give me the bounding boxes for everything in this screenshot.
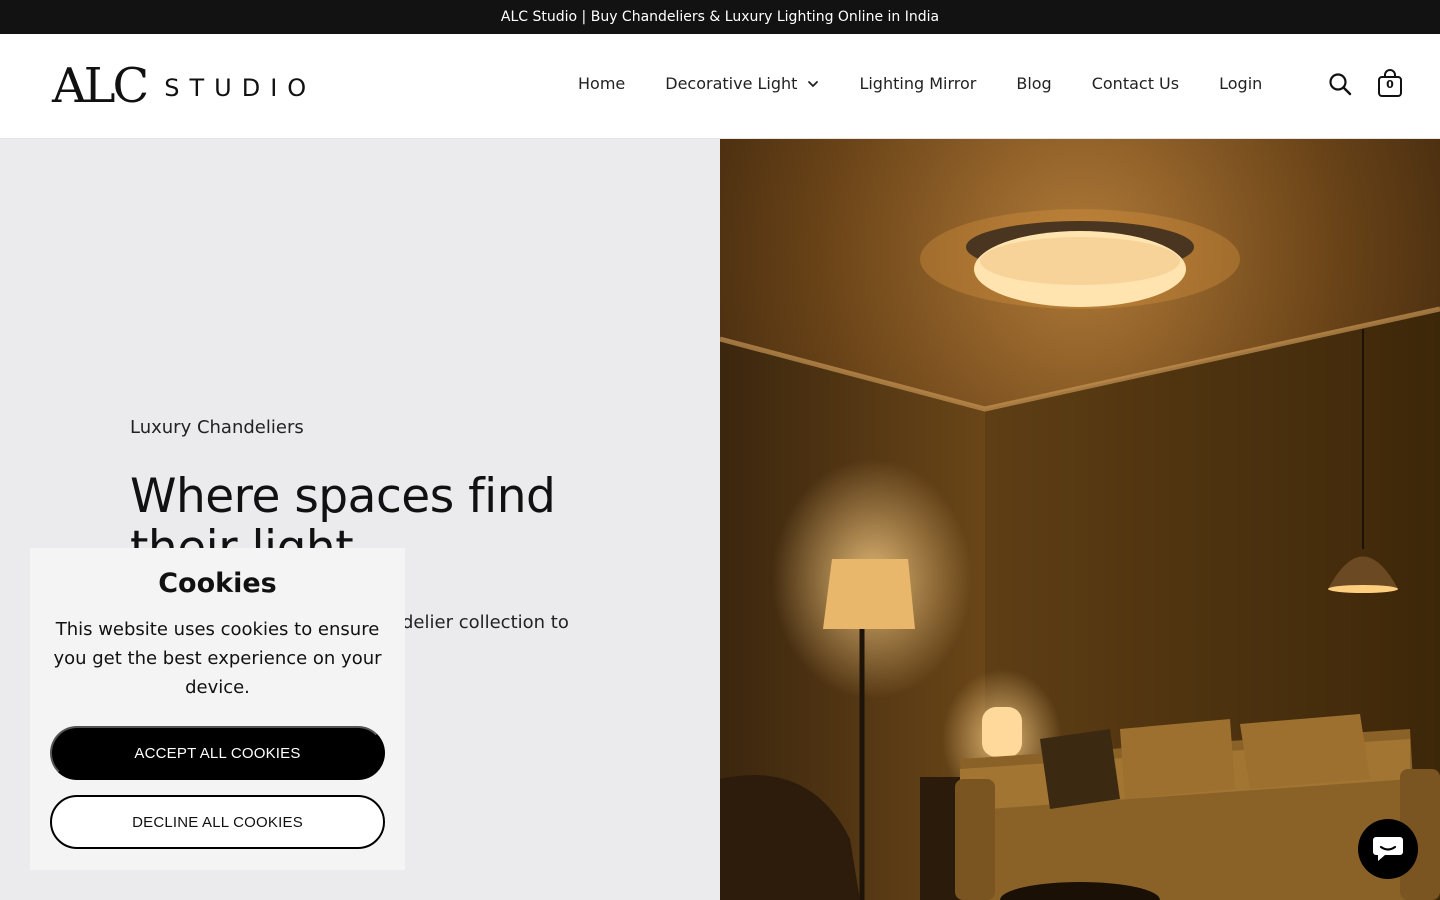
- nav-decorative-light[interactable]: Decorative Light: [665, 74, 819, 93]
- living-room-photo: [720, 139, 1440, 900]
- nav-contact-us[interactable]: Contact Us: [1092, 74, 1179, 93]
- search-icon[interactable]: [1328, 72, 1352, 96]
- hero-image: [720, 139, 1440, 900]
- accept-cookies-button[interactable]: ACCEPT ALL COOKIES: [50, 726, 385, 780]
- announcement-bar: ALC Studio | Buy Chandeliers & Luxury Li…: [0, 0, 1440, 34]
- cookie-banner: Cookies This website uses cookies to ens…: [30, 548, 405, 870]
- logo[interactable]: ALC STUDIO: [52, 58, 317, 114]
- chat-icon: [1373, 837, 1403, 861]
- site-header: ALC STUDIO Home Decorative Light Lightin…: [0, 34, 1440, 139]
- cookie-message: This website uses cookies to ensure you …: [53, 619, 382, 698]
- hero-description-fragment: delier collection to: [402, 612, 569, 633]
- hero-eyebrow: Luxury Chandeliers: [130, 417, 304, 438]
- nav-home[interactable]: Home: [578, 74, 625, 93]
- nav-lighting-mirror[interactable]: Lighting Mirror: [859, 74, 976, 93]
- chevron-down-icon: [808, 80, 819, 87]
- decline-cookies-button[interactable]: DECLINE ALL COOKIES: [50, 795, 385, 849]
- logo-mark: ALC: [52, 58, 149, 114]
- nav-login[interactable]: Login: [1219, 74, 1262, 93]
- main-nav: Home Decorative Light Lighting Mirror Bl…: [578, 74, 1262, 93]
- nav-decorative-light-label: Decorative Light: [665, 74, 798, 93]
- logo-wordmark: STUDIO: [164, 74, 317, 102]
- cart-button[interactable]: 0: [1377, 68, 1403, 98]
- chat-button[interactable]: [1358, 819, 1418, 879]
- nav-blog[interactable]: Blog: [1016, 74, 1051, 93]
- cookie-title: Cookies: [158, 568, 277, 599]
- cart-count: 0: [1386, 78, 1394, 91]
- announcement-text: ALC Studio | Buy Chandeliers & Luxury Li…: [500, 9, 940, 25]
